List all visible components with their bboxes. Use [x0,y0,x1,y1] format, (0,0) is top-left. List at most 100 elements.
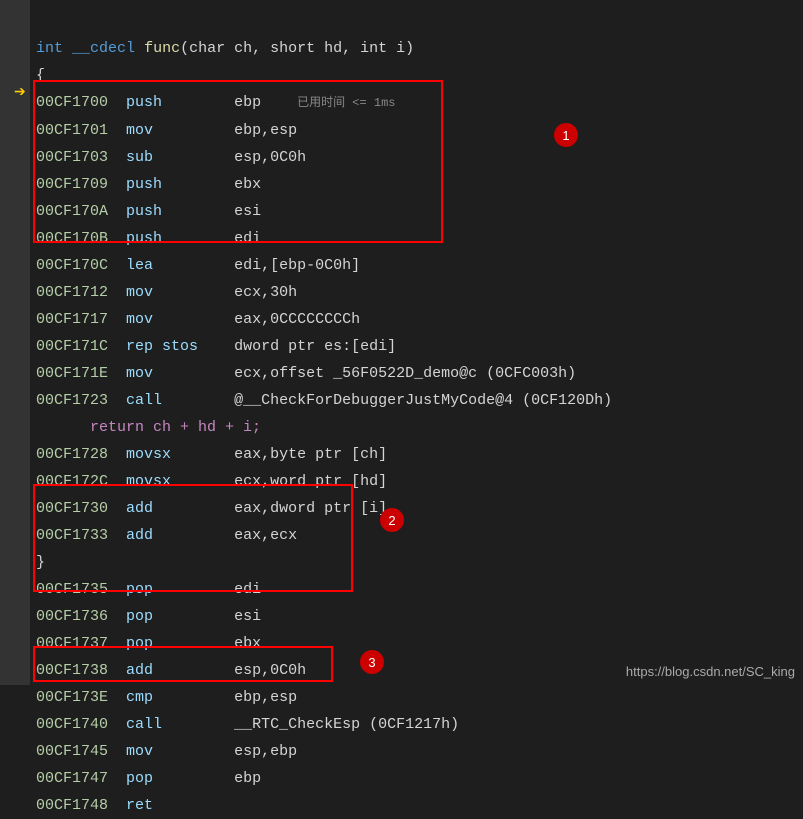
addr: 00CF1712 [36,284,108,301]
mnemonic: movsx [126,473,234,490]
addr: 00CF1701 [36,122,108,139]
addr: 00CF1723 [36,392,108,409]
asm-line: 00CF170C lea edi,[ebp-0C0h] [36,252,612,279]
addr: 00CF1735 [36,581,108,598]
addr: 00CF171C [36,338,108,355]
disassembly-view: int __cdecl func(char ch, short hd, int … [36,8,612,819]
operands: ebp,esp [234,689,297,706]
asm-line: 00CF1700 push ebp 已用时间 <= 1ms [36,89,612,117]
mnemonic: pop [126,770,234,787]
asm-line: 00CF171C rep stos dword ptr es:[edi] [36,333,612,360]
asm-line: 00CF1736 pop esi [36,603,612,630]
operands: __RTC_CheckEsp (0CF1217h) [234,716,459,733]
operands: ebp,esp [234,122,297,139]
addr: 00CF1745 [36,743,108,760]
addr: 00CF170A [36,203,108,220]
mnemonic: call [126,716,234,733]
mnemonic: push [126,203,234,220]
asm-line: 00CF1712 mov ecx,30h [36,279,612,306]
mnemonic: lea [126,257,234,274]
asm-line: 00CF1745 mov esp,ebp [36,738,612,765]
function-name: func [144,40,180,57]
operands: esp,0C0h [234,662,306,679]
asm-line: 00CF1733 add eax,ecx [36,522,612,549]
mnemonic: pop [126,608,234,625]
mnemonic: add [126,662,234,679]
mnemonic: pop [126,581,234,598]
annotation-badge-1: 1 [554,123,578,147]
operands: esp,ebp [234,743,297,760]
operands: eax,byte ptr [ch] [234,446,387,463]
gutter [0,0,30,685]
asm-line: 00CF1728 movsx eax,byte ptr [ch] [36,441,612,468]
operands: ecx,offset _56F0522D_demo@c (0CFC003h) [234,365,576,382]
asm-line: 00CF172C movsx ecx,word ptr [hd] [36,468,612,495]
asm-line: 00CF1730 add eax,dword ptr [i] [36,495,612,522]
operands: edi [234,581,261,598]
operands: eax,dword ptr [i] [234,500,387,517]
mnemonic: rep stos [126,338,234,355]
asm-line: 00CF1717 mov eax,0CCCCCCCCh [36,306,612,333]
addr: 00CF1728 [36,446,108,463]
asm-line: 00CF1740 call __RTC_CheckEsp (0CF1217h) [36,711,612,738]
params: (char ch, short hd, int i) [180,40,414,57]
addr: 00CF1700 [36,94,108,111]
mnemonic: push [126,230,234,247]
operands: ecx,30h [234,284,297,301]
mnemonic: pop [126,635,234,652]
mnemonic: mov [126,365,234,382]
asm-line: 00CF170B push edi [36,225,612,252]
asm-line: 00CF1701 mov ebp,esp [36,117,612,144]
asm-line: 00CF1747 pop ebp [36,765,612,792]
operands: ebp [234,770,261,787]
calling-convention: __cdecl [72,40,135,57]
operands: ebx [234,176,261,193]
addr: 00CF1738 [36,662,108,679]
open-brace: { [36,62,612,89]
addr: 00CF1717 [36,311,108,328]
mnemonic: mov [126,122,234,139]
asm-line: 00CF1723 call @__CheckForDebuggerJustMyC… [36,387,612,414]
operands: dword ptr es:[edi] [234,338,396,355]
perf-hint: 已用时间 <= 1ms [297,96,395,110]
asm-line: 00CF1748 ret [36,792,612,819]
operands: ebp [234,94,261,111]
asm-line: 00CF173E cmp ebp,esp [36,684,612,711]
mnemonic: cmp [126,689,234,706]
operands: eax,ecx [234,527,297,544]
mnemonic: mov [126,743,234,760]
annotation-badge-2: 2 [380,508,404,532]
operands: esp,0C0h [234,149,306,166]
addr: 00CF173E [36,689,108,706]
operands: ecx,word ptr [hd] [234,473,387,490]
addr: 00CF1709 [36,176,108,193]
operands: esi [234,203,261,220]
addr: 00CF170C [36,257,108,274]
addr: 00CF170B [36,230,108,247]
function-signature: int __cdecl func(char ch, short hd, int … [36,8,612,62]
operands: ebx [234,635,261,652]
mnemonic: call [126,392,234,409]
mnemonic: add [126,527,234,544]
asm-line: 00CF1735 pop edi [36,576,612,603]
mnemonic: mov [126,284,234,301]
addr: 00CF1733 [36,527,108,544]
addr: 00CF1747 [36,770,108,787]
mnemonic: movsx [126,446,234,463]
operands: eax,0CCCCCCCCh [234,311,360,328]
asm-line: 00CF1703 sub esp,0C0h [36,144,612,171]
operands: edi,[ebp-0C0h] [234,257,360,274]
source-return-line: return ch + hd + i; [36,414,612,441]
operands: edi [234,230,261,247]
asm-line: 00CF171E mov ecx,offset _56F0522D_demo@c… [36,360,612,387]
mnemonic: add [126,500,234,517]
addr: 00CF171E [36,365,108,382]
asm-line: 00CF1737 pop ebx [36,630,612,657]
mnemonic: push [126,94,234,111]
addr: 00CF1703 [36,149,108,166]
asm-line: 00CF1709 push ebx [36,171,612,198]
asm-line: 00CF170A push esi [36,198,612,225]
annotation-badge-3: 3 [360,650,384,674]
close-brace: } [36,549,612,576]
asm-line: 00CF1738 add esp,0C0h [36,657,612,684]
